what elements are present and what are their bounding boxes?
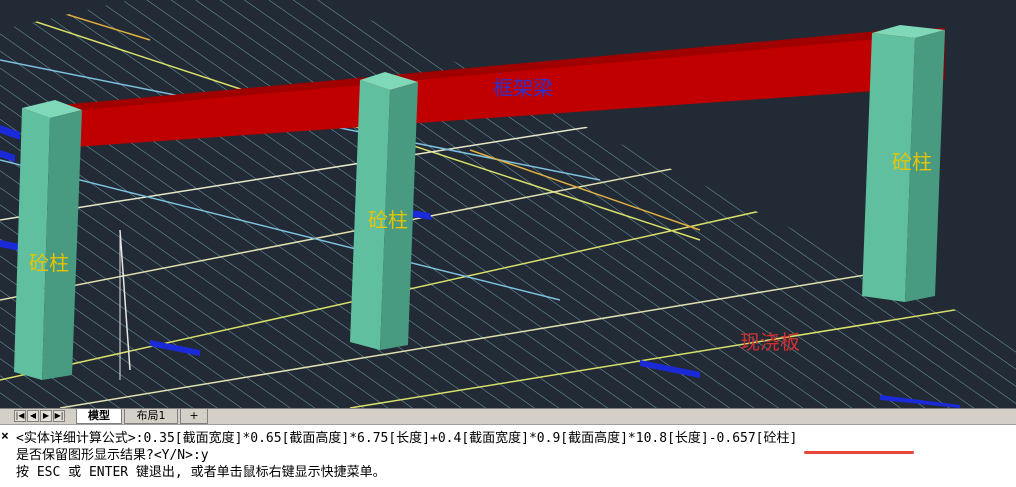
tab-add-button[interactable]: + — [180, 409, 208, 424]
resize-grip — [0, 462, 14, 482]
command-output-hint: 按 ESC 或 ENTER 键退出, 或者单击鼠标右键显示快捷菜单。 — [16, 465, 386, 480]
model-viewport[interactable]: 框架梁 砼柱 砼柱 砼柱 现浇板 — [0, 0, 1016, 408]
tab-next-button[interactable]: ▶ — [40, 410, 52, 422]
tab-prev-button[interactable]: ◀ — [27, 410, 39, 422]
column-right-label: 砼柱 — [892, 150, 932, 174]
command-window[interactable]: × <实体详细计算公式>:0.35[截面宽度]*0.65[截面高度]*6.75[… — [0, 424, 1016, 487]
command-output-formula: <实体详细计算公式>:0.35[截面宽度]*0.65[截面高度]*6.75[长度… — [16, 431, 798, 446]
cad-drawing: 框架梁 砼柱 砼柱 砼柱 现浇板 — [0, 0, 1016, 408]
column-left — [14, 100, 82, 380]
highlight-underline — [804, 451, 914, 454]
beam-label: 框架梁 — [493, 76, 553, 100]
column-middle-label: 砼柱 — [368, 208, 408, 232]
tab-first-button[interactable]: |◀ — [14, 410, 26, 422]
tab-model[interactable]: 模型 — [76, 409, 122, 424]
column-left-label: 砼柱 — [29, 251, 69, 275]
tab-layout1[interactable]: 布局1 — [124, 409, 178, 424]
command-output-prompt: 是否保留图形显示结果?<Y/N>:y — [16, 448, 209, 463]
layout-tab-bar: |◀ ◀ ▶ ▶| 模型 布局1 + — [0, 408, 1016, 424]
slab-label: 现浇板 — [740, 330, 800, 354]
tab-last-button[interactable]: ▶| — [53, 410, 65, 422]
close-icon[interactable]: × — [1, 430, 13, 444]
